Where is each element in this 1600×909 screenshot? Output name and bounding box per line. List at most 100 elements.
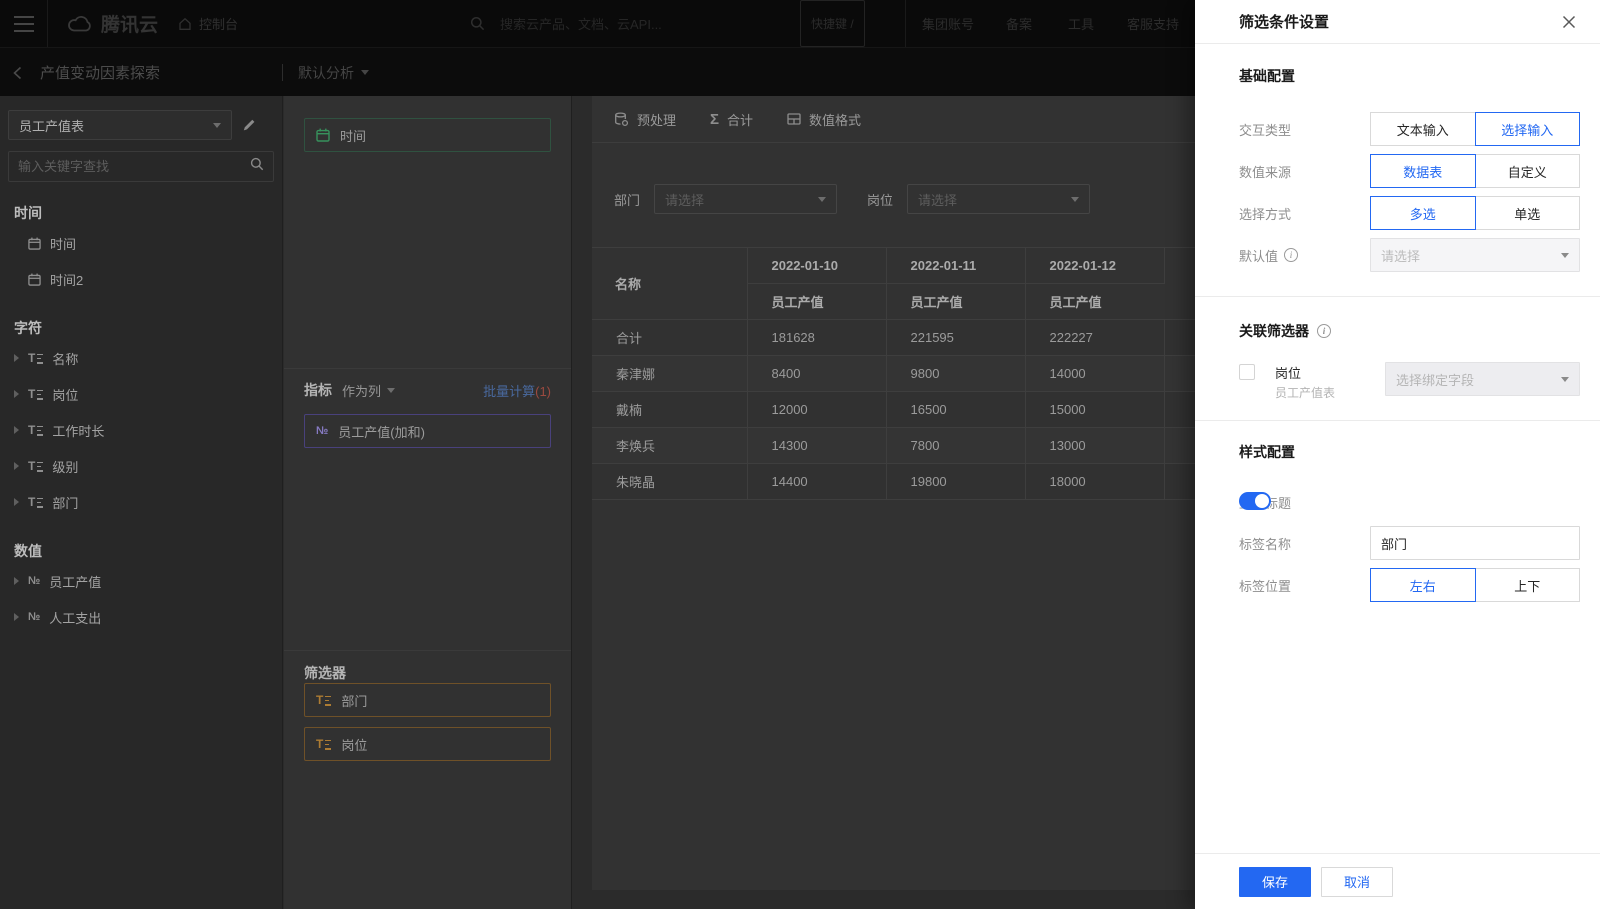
back-button[interactable] — [12, 48, 24, 97]
hamburger-menu-icon[interactable] — [12, 0, 36, 47]
linked-filter-checkbox[interactable] — [1239, 364, 1255, 380]
save-button[interactable]: 保存 — [1239, 866, 1311, 897]
option-custom[interactable]: 自定义 — [1474, 154, 1580, 188]
analysis-dropdown[interactable]: 默认分析 — [298, 48, 369, 97]
select-mode-row: 选择方式 多选 单选 — [1239, 196, 1580, 230]
chevron-down-icon — [213, 122, 221, 128]
console-link[interactable]: 控制台 — [178, 0, 238, 47]
batch-calc-label: 批量计算 — [483, 383, 536, 399]
metric-section: 指标 作为列 批量计算(1) № 员工产值(加和) — [284, 378, 571, 651]
field-item-time[interactable]: 时间 — [8, 225, 274, 261]
metric-mode-dropdown[interactable]: 作为列 — [342, 381, 396, 400]
number-format-button[interactable]: 数值格式 — [787, 110, 861, 129]
field-item-workhours[interactable]: T 工作时长 — [8, 412, 274, 448]
filter-chip-department[interactable]: T 部门 — [304, 683, 551, 717]
text-field-icon: T — [28, 388, 44, 400]
nav-link-support[interactable]: 客服支持 — [1127, 0, 1179, 47]
expand-caret-icon[interactable] — [14, 498, 19, 506]
close-icon[interactable] — [1558, 11, 1580, 33]
cell-value: 15000 — [1025, 391, 1165, 428]
app-root: 腾讯云 控制台 搜索云产品、文档、云API... 快捷键 / 集团账号 备案 工… — [0, 0, 1600, 909]
chevron-down-icon — [818, 196, 827, 202]
expand-caret-icon[interactable] — [14, 390, 19, 398]
option-multi-select[interactable]: 多选 — [1370, 196, 1476, 230]
linked-filters-label: 关联筛选器 — [1239, 323, 1309, 339]
edit-dataset-icon[interactable] — [242, 118, 256, 132]
metric-heading: 指标 — [304, 382, 332, 398]
info-icon[interactable]: i — [1317, 324, 1331, 338]
nav-link-tools[interactable]: 工具 — [1068, 0, 1094, 47]
option-single-select[interactable]: 单选 — [1474, 196, 1580, 230]
cloud-logo-icon — [68, 15, 91, 31]
option-text-input[interactable]: 文本输入 — [1370, 112, 1476, 146]
department-select[interactable]: 请选择 — [654, 184, 838, 214]
sub-header-metric: 员工产值 — [747, 283, 887, 320]
info-icon[interactable]: i — [1284, 248, 1299, 262]
expand-caret-icon[interactable] — [14, 613, 19, 621]
field-label: 时间2 — [50, 272, 84, 288]
nav-search-icon[interactable] — [470, 0, 485, 47]
nav-search-input[interactable]: 搜索云产品、文档、云API... — [500, 0, 662, 47]
cell-value: 14000 — [1025, 355, 1165, 392]
field-item-output-value[interactable]: № 员工产值 — [8, 563, 274, 599]
chevron-down-icon — [1071, 196, 1080, 202]
expand-caret-icon[interactable] — [14, 577, 19, 585]
option-data-table[interactable]: 数据表 — [1370, 154, 1476, 188]
field-item-time2[interactable]: 时间2 — [8, 261, 274, 297]
dataset-name: 员工产值表 — [19, 118, 85, 134]
filter-chip-position[interactable]: T 岗位 — [304, 727, 551, 761]
chip-label: 时间 — [340, 128, 367, 144]
field-item-level[interactable]: T 级别 — [8, 448, 274, 484]
batch-calc-link[interactable]: 批量计算(1) — [483, 381, 551, 400]
text-field-icon: T — [316, 738, 332, 750]
chevron-left-icon — [13, 66, 22, 79]
basic-config-heading: 基础配置 — [1239, 68, 1295, 84]
metric-chip-output-value[interactable]: № 员工产值(加和) — [304, 414, 551, 448]
show-title-toggle[interactable] — [1239, 492, 1271, 510]
field-search-input[interactable] — [18, 159, 250, 174]
select-placeholder: 请选择 — [1381, 248, 1421, 264]
cancel-button[interactable]: 取消 — [1321, 866, 1393, 897]
col-header-date: 2022-01-12 — [1025, 247, 1165, 284]
dimension-chip-time[interactable]: 时间 — [304, 118, 551, 152]
interaction-type-row: 交互类型 文本输入 选择输入 — [1239, 112, 1580, 146]
row-name: 朱晓晶 — [592, 463, 748, 500]
option-left-right[interactable]: 左右 — [1370, 568, 1476, 602]
calendar-icon — [28, 273, 41, 286]
field-item-department[interactable]: T 部门 — [8, 484, 274, 520]
cell-value: 7800 — [886, 427, 1026, 464]
home-icon — [179, 17, 191, 30]
nav-divider — [47, 0, 48, 47]
default-value-select[interactable]: 请选择 — [1370, 238, 1580, 272]
group-label-text: 字符 — [14, 320, 42, 336]
option-select-input[interactable]: 选择输入 — [1474, 112, 1580, 146]
tool-label: 合计 — [727, 112, 754, 128]
dataset-select[interactable]: 员工产值表 — [8, 110, 232, 140]
field-item-name[interactable]: T 名称 — [8, 340, 274, 376]
section-divider — [1195, 296, 1600, 297]
cell-value: 14300 — [747, 427, 887, 464]
sum-button[interactable]: Σ 合计 — [710, 110, 753, 129]
preprocess-button[interactable]: 预处理 — [614, 110, 676, 129]
nav-link-icp[interactable]: 备案 — [1006, 0, 1032, 47]
expand-caret-icon[interactable] — [14, 462, 19, 470]
tag-name-input[interactable] — [1370, 526, 1580, 560]
default-value-label: 默认值 — [1239, 248, 1279, 264]
position-select[interactable]: 请选择 — [907, 184, 1091, 214]
field-item-position[interactable]: T 岗位 — [8, 376, 274, 412]
calendar-icon — [28, 237, 41, 250]
group-label-number: 数值 — [14, 543, 42, 559]
bind-field-select[interactable]: 选择绑定字段 — [1385, 362, 1580, 396]
linked-filter-name: 岗位 — [1275, 366, 1302, 381]
expand-caret-icon[interactable] — [14, 426, 19, 434]
number-field-icon: № — [316, 425, 329, 437]
field-item-labor-cost[interactable]: № 人工支出 — [8, 599, 274, 635]
linked-filter-item-row: 岗位 员工产值表 选择绑定字段 — [1239, 362, 1580, 400]
number-field-icon: № — [28, 575, 41, 587]
nav-link-group-account[interactable]: 集团账号 — [922, 0, 974, 47]
text-field-icon: T — [28, 460, 44, 472]
tencent-cloud-logo[interactable]: 腾讯云 — [66, 0, 158, 47]
option-top-bottom[interactable]: 上下 — [1474, 568, 1580, 602]
field-label: 员工产值 — [49, 574, 102, 590]
expand-caret-icon[interactable] — [14, 354, 19, 362]
